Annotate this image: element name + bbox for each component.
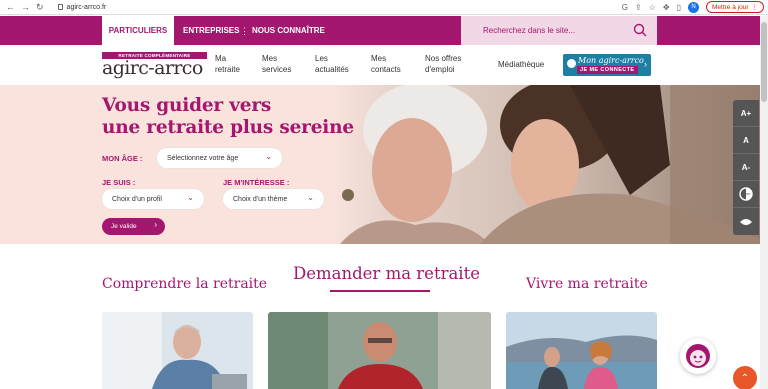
forward-icon[interactable]: → xyxy=(21,2,30,13)
nav-label: Mes xyxy=(371,54,387,63)
tab-entreprises[interactable]: ENTREPRISES xyxy=(183,16,239,45)
browser-toolbar: ← → ↻ agirc-arrco.fr G ⇪ ☆ ✥ ▯ N Mettre … xyxy=(0,0,768,15)
update-label: Mettre à jour xyxy=(712,3,749,11)
account-brand: Mon agirc-arrco xyxy=(578,56,644,65)
validate-button[interactable]: Je valide › xyxy=(102,218,165,235)
account-cta: JE ME CONNECTE xyxy=(577,66,638,74)
hero-title-line: Vous guider vers xyxy=(102,95,272,116)
card-image-comprendre[interactable] xyxy=(102,312,253,389)
scroll-top-button[interactable]: ⌃ xyxy=(733,366,757,389)
extensions-icon[interactable]: ✥ xyxy=(663,3,670,12)
profile-select-value: Choix d'un profil xyxy=(112,195,162,203)
nav-label: retraite xyxy=(215,65,240,74)
section-title-comprendre[interactable]: Comprendre la retraite xyxy=(102,276,267,292)
nav-label: actualités xyxy=(315,65,349,74)
theme-select[interactable]: Choix d'un thème ⌄ xyxy=(223,189,324,209)
url-text: agirc-arrco.fr xyxy=(66,3,107,11)
hero-title-line: une retraite plus sereine xyxy=(102,117,354,138)
browser-nav: ← → ↻ xyxy=(0,2,44,13)
nav-label: Médiathèque xyxy=(498,60,545,69)
top-bar: PARTICULIERS ENTREPRISES ⋮ NOUS CONNAÎTR… xyxy=(0,16,768,45)
address-bar[interactable]: agirc-arrco.fr xyxy=(57,3,107,11)
photo-man-glasses xyxy=(268,312,491,389)
card-image-vivre[interactable] xyxy=(506,312,657,389)
contrast-icon[interactable] xyxy=(733,181,759,208)
logo-text: agirc-arrco xyxy=(102,57,203,79)
chevron-down-icon: ⌄ xyxy=(265,152,272,161)
chevron-right-icon: › xyxy=(644,59,647,69)
chevron-right-icon: › xyxy=(154,220,157,229)
sidepanel-icon[interactable]: ▯ xyxy=(677,3,681,12)
nav-label: contacts xyxy=(371,65,401,74)
search-input[interactable]: Recherchez dans le site... xyxy=(461,16,657,45)
active-section-underline xyxy=(330,290,430,292)
profile-avatar[interactable]: N xyxy=(688,1,699,13)
star-icon[interactable]: ☆ xyxy=(649,3,656,12)
tab-nous-connaitre[interactable]: NOUS CONNAÎTRE xyxy=(252,16,325,45)
hero-banner: Vous guider vers une retraite plus serei… xyxy=(0,85,768,244)
age-select[interactable]: Sélectionnez votre âge ⌄ xyxy=(157,148,282,168)
theme-label: JE M'INTÉRESSE : xyxy=(223,178,290,187)
nav-label: d'emploi xyxy=(425,65,455,74)
hero-title: Vous guider vers une retraite plus serei… xyxy=(102,95,354,139)
main-header: RETRAITE COMPLÉMENTAIRE agirc-arrco Ma re… xyxy=(0,45,768,85)
google-icon[interactable]: G xyxy=(622,3,628,12)
nav-ma-retraite[interactable]: Ma retraite xyxy=(215,53,240,75)
user-icon xyxy=(567,59,576,68)
chevron-up-icon: ⌃ xyxy=(740,372,750,384)
accessibility-toolbar: A+ A A- xyxy=(733,100,759,235)
chevron-down-icon: ⌄ xyxy=(187,193,194,202)
nav-label: Les xyxy=(315,54,328,63)
share-icon[interactable]: ⇪ xyxy=(635,3,642,12)
nav-label: Ma xyxy=(215,54,227,63)
nav-label: services xyxy=(262,65,292,74)
nav-label: Nos offres xyxy=(425,54,462,63)
reload-icon[interactable]: ↻ xyxy=(36,2,44,13)
nav-mes-contacts[interactable]: Mes contacts xyxy=(371,53,401,75)
browser-actions: G ⇪ ☆ ✥ ▯ N Mettre à jour ⋮ xyxy=(622,1,764,13)
section-title-vivre[interactable]: Vivre ma retraite xyxy=(526,276,648,292)
font-reset-button[interactable]: A xyxy=(733,127,759,154)
account-login-button[interactable]: Mon agirc-arrco JE ME CONNECTE › xyxy=(563,54,651,76)
chatbot-button[interactable] xyxy=(680,338,716,374)
nav-mediatheque[interactable]: Médiathèque xyxy=(498,59,544,70)
search-icon[interactable] xyxy=(633,23,647,37)
validate-label: Je valide xyxy=(111,223,137,230)
nav-label: Mes xyxy=(262,54,278,63)
theme-select-value: Choix d'un thème xyxy=(233,195,288,203)
font-decrease-button[interactable]: A- xyxy=(733,154,759,181)
more-icon: ⋮ xyxy=(751,4,759,11)
tab-particuliers[interactable]: PARTICULIERS xyxy=(102,16,174,45)
profile-label: JE SUIS : xyxy=(102,178,136,187)
age-select-value: Sélectionnez votre âge xyxy=(167,154,239,162)
nav-les-actualites[interactable]: Les actualités xyxy=(315,53,349,75)
font-increase-button[interactable]: A+ xyxy=(733,100,759,127)
photo-man-laptop xyxy=(102,312,253,389)
search-placeholder: Recherchez dans le site... xyxy=(483,26,576,35)
nav-offres-emploi[interactable]: Nos offres d'emploi xyxy=(425,53,461,75)
hero-photo xyxy=(330,85,768,244)
photo-couple-running xyxy=(506,312,657,389)
scrollbar-thumb[interactable] xyxy=(761,22,767,102)
chevron-down-icon: ⌄ xyxy=(307,193,314,202)
tab-separator: ⋮ xyxy=(240,26,249,36)
card-image-demander[interactable] xyxy=(268,312,491,389)
age-label: MON ÂGE : xyxy=(102,154,143,163)
lock-icon xyxy=(57,4,63,10)
page-scrollbar[interactable] xyxy=(760,16,768,389)
nav-mes-services[interactable]: Mes services xyxy=(262,53,291,75)
chatbot-avatar-icon xyxy=(686,344,710,368)
profile-select[interactable]: Choix d'un profil ⌄ xyxy=(102,189,204,209)
back-icon[interactable]: ← xyxy=(6,2,15,13)
update-button[interactable]: Mettre à jour ⋮ xyxy=(706,1,764,13)
section-title-demander[interactable]: Demander ma retraite xyxy=(293,264,480,283)
sign-language-icon[interactable] xyxy=(733,208,759,235)
site-logo[interactable]: RETRAITE COMPLÉMENTAIRE agirc-arrco xyxy=(102,52,209,80)
